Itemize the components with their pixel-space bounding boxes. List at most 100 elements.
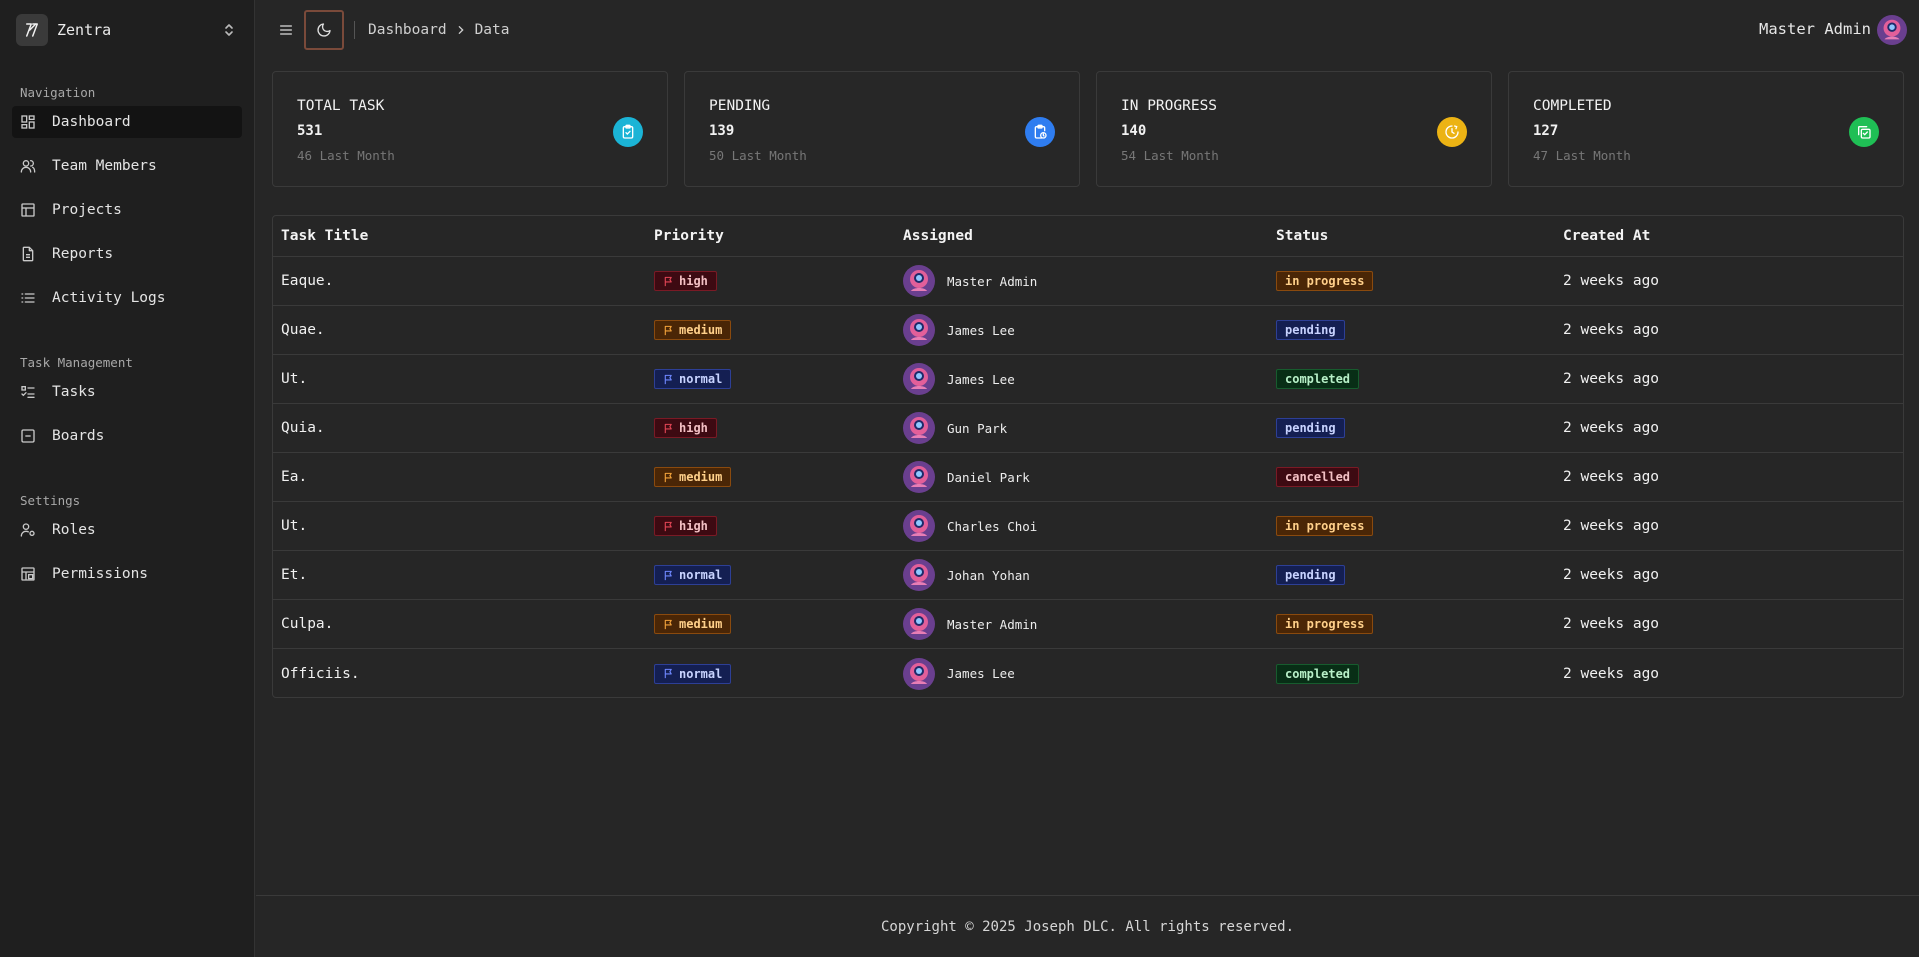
status-badge: completed [1276,369,1360,389]
table-row[interactable]: Officiis. normal James Lee completed 2 w… [273,649,1903,698]
stat-value: 139 [709,123,735,139]
status-badge: pending [1276,320,1345,340]
footer: Copyright © 2025 Joseph DLC. All rights … [256,895,1919,957]
priority-badge: normal [654,369,732,389]
status-cell: pending [1276,306,1345,354]
brand-name: Zentra [57,21,112,39]
flag-icon [663,325,674,336]
task-title[interactable]: Et. [281,551,307,599]
nav-group-label: Task Management [20,355,133,370]
task-title[interactable]: Quae. [281,306,325,354]
status-badge: in progress [1276,271,1374,291]
task-title[interactable]: Ut. [281,355,307,403]
created-at: 2 weeks ago [1563,420,1660,436]
brand-switcher[interactable]: Zentra [16,10,242,50]
task-title[interactable]: Officiis. [281,649,360,698]
menu-icon[interactable] [270,14,302,46]
stat-title: IN PROGRESS [1121,98,1218,114]
sidebar-item-tasks[interactable]: Tasks [12,376,242,408]
flag-icon [663,619,674,630]
nav-group-label: Navigation [20,85,96,100]
stat-title: TOTAL TASK [297,98,385,114]
priority-badge: normal [654,565,732,585]
chevron-right-icon [457,25,465,35]
column-header[interactable]: Assigned [903,216,973,256]
priority-label: medium [679,323,723,337]
assignee-cell: Daniel Park [903,453,1030,501]
table-row[interactable]: Ut. normal James Lee completed 2 weeks a… [273,355,1903,404]
priority-badge: high [654,271,717,291]
stat-value: 127 [1533,123,1559,139]
priority-label: high [679,274,708,288]
chevrons-up-down-icon[interactable] [222,20,236,40]
user-name[interactable]: Master Admin [1759,20,1871,38]
priority-label: normal [679,372,723,386]
task-title[interactable]: Ea. [281,453,307,501]
stat-sub: 47 Last Month [1533,148,1631,163]
status-badge: in progress [1276,516,1374,536]
column-header[interactable]: Task Title [281,216,368,256]
flag-icon [663,521,674,532]
table-row[interactable]: Et. normal Johan Yohan pending 2 weeks a… [273,551,1903,600]
avatar [903,265,935,297]
sidebar-item-permissions[interactable]: Permissions [12,558,242,590]
created-at: 2 weeks ago [1563,273,1660,289]
status-cell: in progress [1276,600,1374,648]
sidebar-item-label: Tasks [52,384,96,400]
task-title[interactable]: Quia. [281,404,325,452]
theme-toggle-button[interactable] [304,10,344,50]
sidebar-item-boards[interactable]: Boards [12,420,242,452]
column-header[interactable]: Status [1276,216,1328,256]
clipboard-clock-icon [1025,117,1055,147]
column-header[interactable]: Priority [654,216,724,256]
sidebar-item-roles[interactable]: Roles [12,514,242,546]
sidebar-item-label: Projects [52,202,122,218]
sidebar-item-activity-logs[interactable]: Activity Logs [12,282,242,314]
assignee-name: Daniel Park [947,469,1030,485]
status-cell: in progress [1276,502,1374,550]
avatar [903,412,935,444]
table-row[interactable]: Ea. medium Daniel Park cancelled 2 weeks… [273,453,1903,502]
task-title[interactable]: Eaque. [281,257,333,305]
tasks-icon [20,384,36,400]
priority-cell: high [654,257,717,305]
assignee-cell: Johan Yohan [903,551,1030,599]
status-cell: in progress [1276,257,1374,305]
table-row[interactable]: Eaque. high Master Admin in progress 2 w… [273,257,1903,306]
table-row[interactable]: Culpa. medium Master Admin in progress 2… [273,600,1903,649]
priority-cell: normal [654,551,732,599]
sidebar-item-projects[interactable]: Projects [12,194,242,226]
avatar [903,559,935,591]
sidebar-item-team-members[interactable]: Team Members [12,150,242,182]
report-icon [20,246,36,262]
flag-icon [663,374,674,385]
sidebar: Zentra Navigation Dashboard Team Members… [0,0,255,957]
column-header[interactable]: Created At [1563,216,1650,256]
created-at: 2 weeks ago [1563,665,1660,682]
stat-title: PENDING [709,98,771,114]
divider [354,21,355,39]
status-badge: in progress [1276,614,1374,634]
assignee-name: Gun Park [947,420,1008,436]
table-row[interactable]: Ut. high Charles Choi in progress 2 week… [273,502,1903,551]
created-at: 2 weeks ago [1563,616,1660,632]
sidebar-item-reports[interactable]: Reports [12,238,242,270]
status-cell: pending [1276,551,1345,599]
assignee-cell: James Lee [903,355,1015,403]
breadcrumb-item-dashboard[interactable]: Dashboard [368,22,447,38]
task-title[interactable]: Culpa. [281,600,333,648]
table-row[interactable]: Quae. medium James Lee pending 2 weeks a… [273,306,1903,355]
created-at: 2 weeks ago [1563,322,1660,338]
priority-cell: medium [654,600,732,648]
sidebar-item-dashboard[interactable]: Dashboard [12,106,242,138]
priority-badge: high [654,418,717,438]
sidebar-item-label: Boards [52,428,105,444]
assignee-cell: Master Admin [903,600,1037,648]
sidebar-item-label: Team Members [52,158,157,174]
stat-sub: 46 Last Month [297,148,395,163]
table-row[interactable]: Quia. high Gun Park pending 2 weeks ago [273,404,1903,453]
avatar[interactable] [1877,15,1907,45]
task-title[interactable]: Ut. [281,502,307,550]
status-badge: completed [1276,663,1360,684]
stat-card-completed: COMPLETED 127 47 Last Month [1508,71,1904,187]
